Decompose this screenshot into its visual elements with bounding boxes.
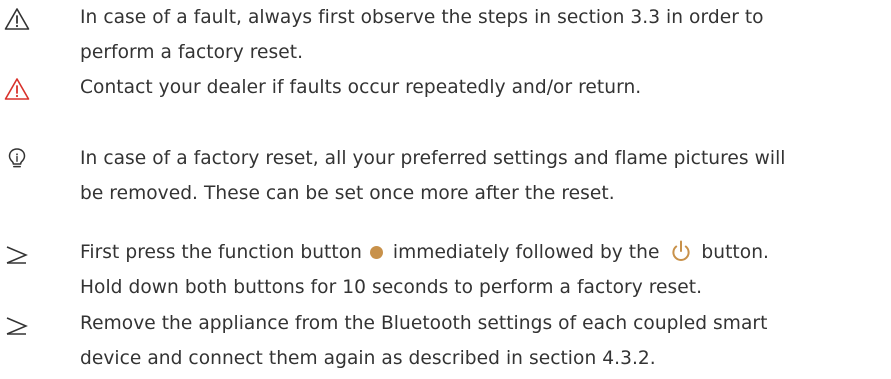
note-fault-text: In case of a fault, always first observe…	[80, 0, 880, 70]
step-bluetooth-line-2: device and connect them again as describ…	[80, 348, 656, 369]
note-fault-line-2: perform a factory reset.	[80, 42, 304, 63]
warning-outline-icon	[4, 8, 30, 30]
step-factory-reset-text: First press the function button immediat…	[80, 235, 880, 305]
step-factory-reset-line-1: First press the function button immediat…	[80, 235, 880, 270]
step-text-after: button.	[695, 242, 769, 263]
arrow-right-icon	[6, 246, 28, 264]
function-button-dot-icon	[369, 246, 383, 259]
note-reset-line-2: be removed. These can be set once more a…	[80, 183, 615, 204]
lightbulb-icon	[8, 148, 26, 168]
note-fault-line-1: In case of a fault, always first observe…	[80, 7, 764, 28]
arrow-right-icon	[6, 317, 28, 335]
note-dealer-line-1: Contact your dealer if faults occur repe…	[80, 77, 642, 98]
step-factory-reset-line-2: Hold down both buttons for 10 seconds to…	[80, 277, 703, 298]
note-reset-line-1: In case of a factory reset, all your pre…	[80, 148, 786, 169]
note-dealer-text: Contact your dealer if faults occur repe…	[80, 70, 880, 105]
note-reset-text: In case of a factory reset, all your pre…	[80, 141, 880, 211]
step-bluetooth-line-1: Remove the appliance from the Bluetooth …	[80, 313, 768, 334]
step-text-middle: immediately followed by the	[386, 242, 666, 263]
step-text-before: First press the function button	[80, 242, 368, 263]
power-button-icon	[672, 240, 691, 261]
step-bluetooth-text: Remove the appliance from the Bluetooth …	[80, 306, 880, 376]
warning-red-icon	[4, 78, 30, 100]
